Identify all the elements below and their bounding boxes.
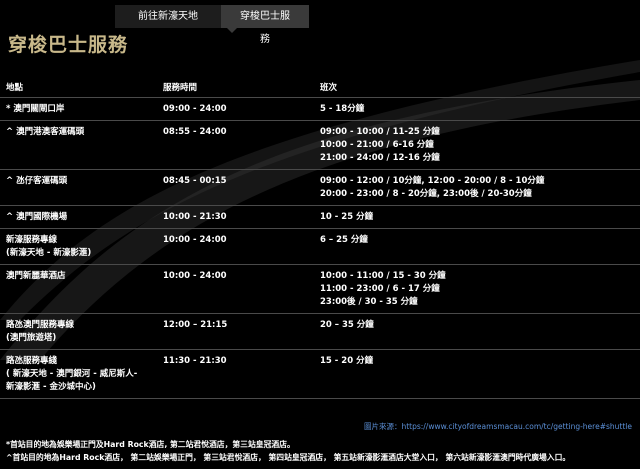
table-row: 路氹澳門服務專線 (澳門旅遊塔) 12:00 – 21:15 20 – 35 分… [0,313,640,350]
hours-cell: 10:00 - 24:00 [157,228,314,265]
frequency-cell: 09:00 - 12:00 / 10分鐘, 12:00 - 20:00 / 8 … [314,169,640,206]
location-cell: 澳門新麗華酒店 [0,264,157,314]
footnote-asterisk: *首站目的地為娛樂場正門及Hard Rock酒店, 第二站君悅酒店，第三站皇冠酒… [6,440,295,449]
hours-cell: 08:55 - 24:00 [157,120,314,170]
frequency-cell: 20 – 35 分鐘 [314,313,640,350]
column-header-frequency: 班次 [314,78,640,98]
column-header-hours: 服務時間 [157,78,314,98]
frequency-cell: 10 - 25 分鐘 [314,205,640,229]
frequency-cell: 09:00 - 10:00 / 11-25 分鐘 10:00 - 21:00 /… [314,120,640,170]
image-source-credit: 圖片來源：https://www.cityofdreamsmacau.com/t… [364,421,632,432]
hours-cell: 12:00 – 21:15 [157,313,314,350]
table-row: ^ 澳門港澳客運碼頭 08:55 - 24:00 09:00 - 10:00 /… [0,120,640,170]
hours-cell: 11:30 - 21:30 [157,349,314,399]
tab-getting-to-city-of-dreams[interactable]: 前往新濠天地 [115,5,221,28]
table-row: ^ 澳門國際機場 10:00 - 21:30 10 - 25 分鐘 [0,205,640,229]
frequency-cell: 15 - 20 分鐘 [314,349,640,399]
location-cell: 路氹澳門服務專線 (澳門旅遊塔) [0,313,157,350]
table-row: 澳門新麗華酒店 10:00 - 24:00 10:00 - 11:00 / 15… [0,264,640,314]
table-row: ^ 氹仔客運碼頭 08:45 - 00:15 09:00 - 12:00 / 1… [0,169,640,206]
tab-bar: 前往新濠天地 穿梭巴士服務 [115,5,309,45]
location-cell: ^ 澳門國際機場 [0,205,157,229]
location-cell: 新濠服務專線 (新濠天地 - 新濠影滙) [0,228,157,265]
location-cell: 路氹服務專綫 ( 新濠天地 - 澳門銀河 - 威尼斯人- 新濠影滙 - 金沙城中… [0,349,157,399]
shuttle-schedule-table: 地點 服務時間 班次 * 澳門關閘口岸 09:00 - 24:00 5 - 18… [0,78,640,399]
frequency-cell: 5 - 18分鐘 [314,97,640,121]
source-url-link[interactable]: https://www.cityofdreamsmacau.com/tc/get… [401,422,632,431]
location-cell: * 澳門關閘口岸 [0,97,157,121]
tab-shuttle-bus-service[interactable]: 穿梭巴士服務 [221,5,309,45]
footnotes: *首站目的地為娛樂場正門及Hard Rock酒店, 第二站君悅酒店，第三站皇冠酒… [6,438,570,464]
location-cell: ^ 氹仔客運碼頭 [0,169,157,206]
hours-cell: 10:00 - 24:00 [157,264,314,314]
table-header-row: 地點 服務時間 班次 [0,78,640,98]
table-row: 新濠服務專線 (新濠天地 - 新濠影滙) 10:00 - 24:00 6 – 2… [0,228,640,265]
hours-cell: 09:00 - 24:00 [157,97,314,121]
location-cell: ^ 澳門港澳客運碼頭 [0,120,157,170]
hours-cell: 10:00 - 21:30 [157,205,314,229]
page-title: 穿梭巴士服務 [8,34,129,56]
table-row: * 澳門關閘口岸 09:00 - 24:00 5 - 18分鐘 [0,97,640,121]
frequency-cell: 10:00 - 11:00 / 15 - 30 分鐘 11:00 - 23:00… [314,264,640,314]
column-header-location: 地點 [0,78,157,98]
frequency-cell: 6 – 25 分鐘 [314,228,640,265]
table-row: 路氹服務專綫 ( 新濠天地 - 澳門銀河 - 威尼斯人- 新濠影滙 - 金沙城中… [0,349,640,399]
source-label: 圖片來源： [363,422,402,431]
footnote-caret: ^首站目的地為Hard Rock酒店， 第二站娛樂場正門， 第三站君悅酒店， 第… [6,453,571,462]
hours-cell: 08:45 - 00:15 [157,169,314,206]
